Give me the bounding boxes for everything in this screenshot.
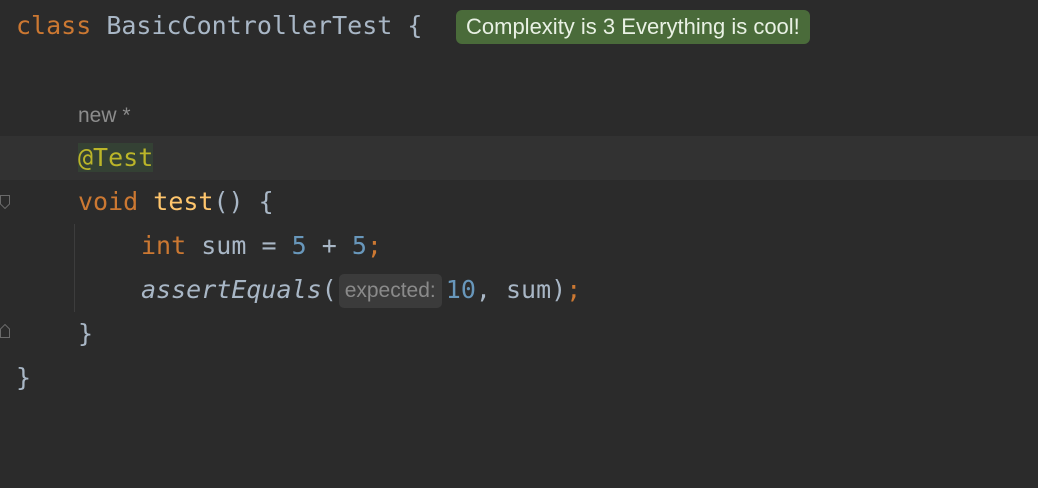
- class-close-brace: }: [16, 363, 32, 392]
- number-literal: 10: [445, 275, 476, 304]
- code-line-class-declaration[interactable]: class BasicControllerTest { Complexity i…: [0, 4, 1038, 48]
- argument-name: sum: [506, 275, 552, 304]
- test-annotation: @Test: [78, 143, 154, 172]
- class-keyword: class: [16, 11, 92, 40]
- fold-open-icon[interactable]: [0, 195, 10, 209]
- parameter-name-hint: expected:: [338, 274, 442, 308]
- code-line-method-close[interactable]: }: [0, 312, 1038, 356]
- method-name: test: [153, 187, 214, 216]
- class-name: BasicControllerTest: [106, 11, 393, 40]
- code-line-assert-call[interactable]: assertEquals(expected: 10, sum);: [0, 268, 1038, 312]
- code-line-annotation[interactable]: @Test: [0, 136, 1038, 180]
- close-paren: ): [551, 275, 567, 304]
- code-vision-author-hint[interactable]: new *: [78, 94, 131, 138]
- variable-name: sum: [201, 231, 247, 260]
- method-close-brace: }: [78, 319, 94, 348]
- number-literal: 5: [351, 231, 367, 260]
- class-declaration: class BasicControllerTest {: [16, 4, 422, 48]
- semicolon: ;: [566, 275, 582, 304]
- code-line-variable-declaration[interactable]: int sum = 5 + 5;: [0, 224, 1038, 268]
- plus-operator: +: [321, 231, 337, 260]
- complexity-badge[interactable]: Complexity is 3 Everything is cool!: [456, 10, 810, 44]
- code-line-method-signature[interactable]: void test() {: [0, 180, 1038, 224]
- class-open-brace: {: [407, 11, 423, 40]
- int-keyword: int: [141, 231, 187, 260]
- method-open-brace: {: [258, 187, 274, 216]
- assert-equals-call: assertEquals: [141, 275, 322, 304]
- method-params: (): [213, 187, 244, 216]
- open-paren: (: [321, 275, 337, 304]
- comma: ,: [475, 275, 491, 304]
- semicolon: ;: [366, 231, 382, 260]
- assign-operator: =: [261, 231, 277, 260]
- code-line-class-close[interactable]: }: [0, 356, 1038, 400]
- fold-close-icon[interactable]: [0, 324, 10, 338]
- void-keyword: void: [78, 187, 139, 216]
- indent-guide: [74, 224, 75, 312]
- code-editor[interactable]: class BasicControllerTest { Complexity i…: [0, 0, 1038, 404]
- number-literal: 5: [291, 231, 307, 260]
